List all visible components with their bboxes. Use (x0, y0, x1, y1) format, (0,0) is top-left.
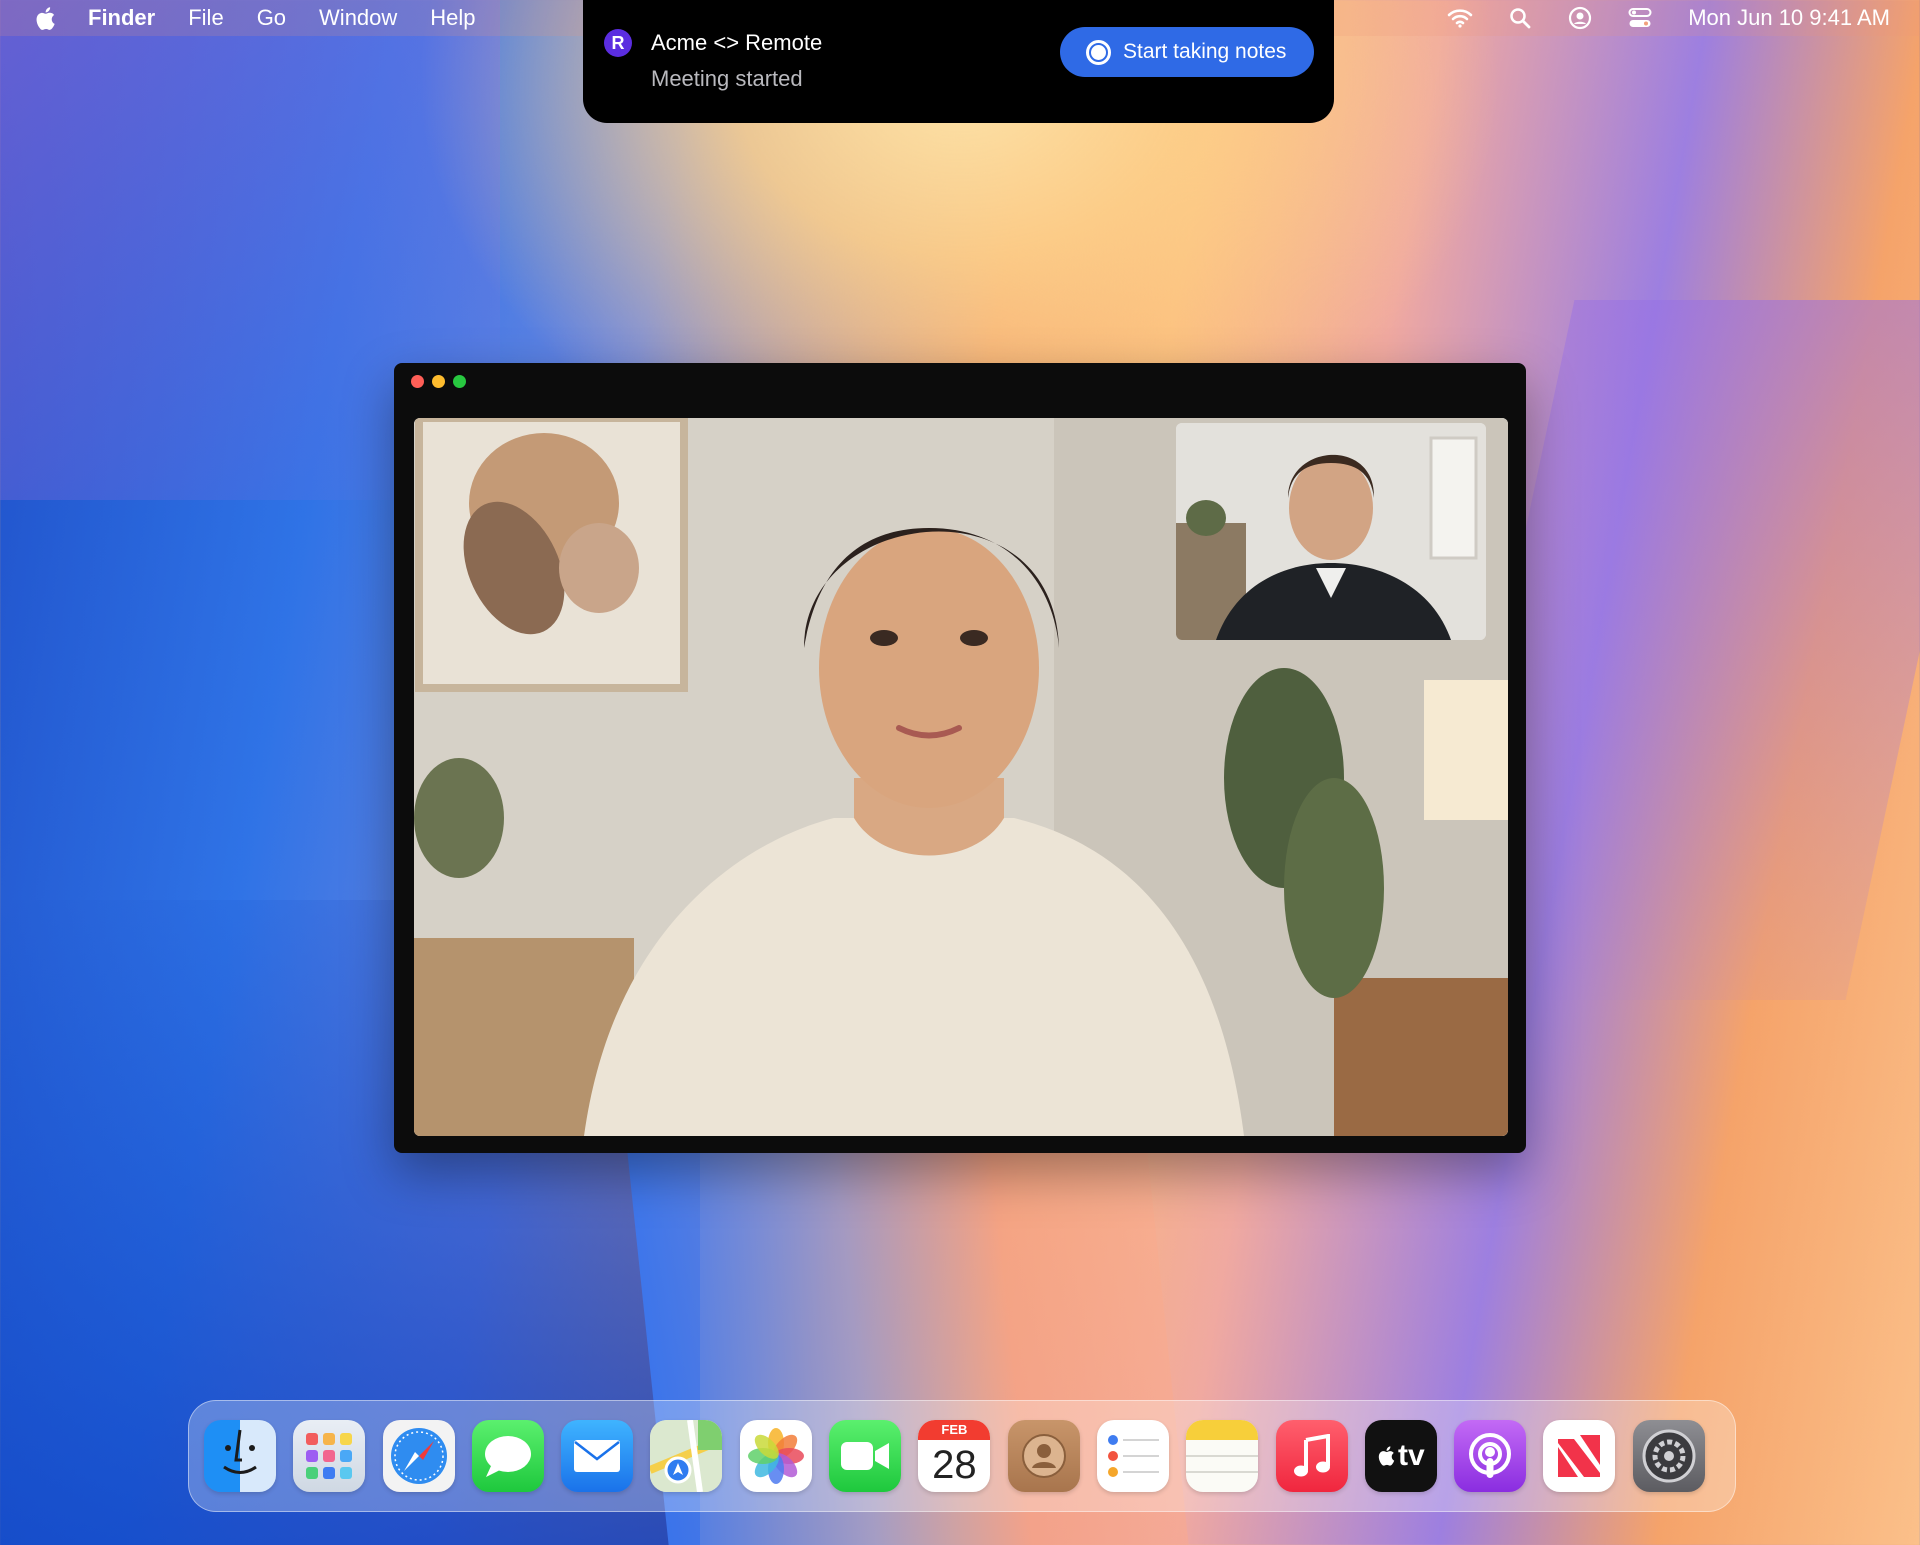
dock-launchpad-icon[interactable] (293, 1420, 366, 1492)
dock-news-icon[interactable] (1543, 1420, 1616, 1492)
meeting-status: Meeting started (651, 66, 803, 91)
dock-notes-icon[interactable] (1186, 1420, 1259, 1492)
self-view-video (1176, 423, 1486, 640)
dock-facetime-icon[interactable] (829, 1420, 902, 1492)
dock-contacts-icon[interactable] (1007, 1420, 1080, 1492)
participant-man-image (1176, 423, 1486, 640)
menu-clock[interactable]: Mon Jun 10 9:41 AM (1688, 5, 1890, 31)
start-taking-notes-label: Start taking notes (1123, 40, 1287, 63)
close-button[interactable] (411, 375, 424, 388)
control-center-icon[interactable] (1626, 5, 1654, 31)
menu-go[interactable]: Go (257, 5, 286, 31)
search-icon[interactable] (1506, 5, 1534, 31)
menu-file[interactable]: File (188, 5, 223, 31)
dock-music-icon[interactable] (1275, 1420, 1348, 1492)
minimize-button[interactable] (432, 375, 445, 388)
meeting-notification: R Acme <> Remote Meeting started Start t… (583, 0, 1334, 123)
start-taking-notes-button[interactable]: Start taking notes (1060, 27, 1314, 77)
notetaker-logo-icon: R (604, 29, 632, 57)
zoom-button[interactable] (453, 375, 466, 388)
dock: FEB 28 tv (188, 1400, 1736, 1512)
dock-podcasts-icon[interactable] (1454, 1420, 1527, 1492)
wifi-icon[interactable] (1446, 5, 1474, 31)
dock-finder-icon[interactable] (204, 1420, 276, 1492)
calendar-month: FEB (918, 1420, 991, 1440)
dock-messages-icon[interactable] (471, 1420, 544, 1492)
menu-window[interactable]: Window (319, 5, 397, 31)
dock-mail-icon[interactable] (561, 1420, 634, 1492)
dock-safari-icon[interactable] (382, 1420, 455, 1492)
user-icon[interactable] (1566, 5, 1594, 31)
apple-tv-label: tv (1398, 1439, 1425, 1472)
dock-reminders-icon[interactable] (1096, 1420, 1169, 1492)
apple-icon[interactable] (34, 6, 56, 31)
record-icon (1086, 39, 1111, 65)
calendar-day: 28 (932, 1443, 977, 1487)
dock-calendar-icon[interactable]: FEB 28 (918, 1420, 991, 1492)
menu-app-name[interactable]: Finder (88, 5, 155, 31)
dock-apple-tv-icon[interactable]: tv (1364, 1420, 1437, 1492)
video-call-window (394, 363, 1526, 1153)
dock-maps-icon[interactable] (650, 1420, 723, 1492)
dock-system-settings-icon[interactable] (1632, 1420, 1705, 1492)
menu-help[interactable]: Help (430, 5, 475, 31)
meeting-title: Acme <> Remote (651, 30, 823, 55)
window-controls (411, 375, 474, 388)
dock-photos-icon[interactable] (739, 1420, 812, 1492)
